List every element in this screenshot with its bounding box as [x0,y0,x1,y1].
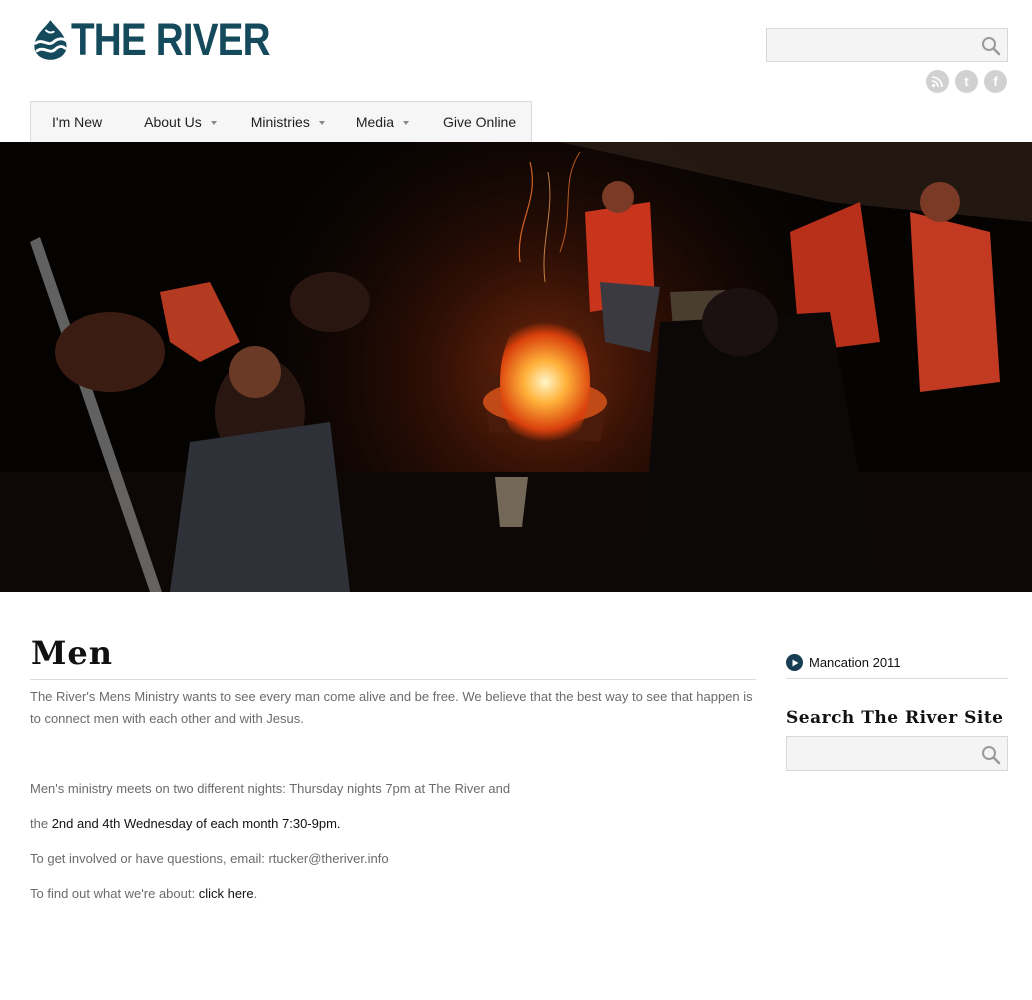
sidebar-divider [786,678,1008,679]
nav-item-label: Ministries [250,114,310,130]
nav-item-about-us[interactable]: About Us [144,102,217,142]
nav-item-label: I'm New [52,114,103,130]
sidebar-item-mancation-2011[interactable]: Mancation 2011 [786,654,901,671]
twitter-glyph: t [964,74,969,89]
main-nav: I'm New About Us Ministries Media Give O… [30,101,532,142]
about-suffix: . [253,886,258,901]
nav-item-give-online[interactable]: Give Online [443,102,516,142]
chevron-down-icon [402,121,409,125]
page-title: Men [31,634,114,672]
sidebar-search-input[interactable] [787,737,1007,770]
play-icon [786,654,803,671]
hero-image [0,142,1032,592]
sidebar-item-label: Mancation 2011 [809,655,901,670]
chevron-down-icon [210,121,217,125]
social-links: t f [926,70,1007,93]
site-name: THE RIVER [70,14,271,65]
header-search-input[interactable] [767,29,1007,61]
contact-paragraph: To get involved or have questions, email… [30,851,389,866]
sidebar-search [786,736,1008,771]
meeting-prefix: the [30,816,52,831]
river-logo-icon [34,20,68,60]
nav-item-label: Give Online [442,114,517,130]
meeting-suffix: . [336,816,341,831]
header-search [766,28,1008,62]
click-here-link[interactable]: click here [199,886,254,901]
nav-item-im-new[interactable]: I'm New [52,102,102,142]
campfire-photo [0,142,1032,592]
nav-item-media[interactable]: Media [356,102,409,142]
sidebar-search-heading: Search The River Site [786,708,1004,728]
facebook-glyph: f [993,74,998,89]
rss-icon[interactable] [926,70,949,93]
meeting-times-line2: the 2nd and 4th Wednesday of each month … [30,813,758,835]
meeting-schedule: 2nd and 4th Wednesday of each month 7:30… [51,816,337,831]
chevron-down-icon [318,121,325,125]
twitter-icon[interactable]: t [955,70,978,93]
search-icon[interactable] [981,36,1001,56]
title-divider [30,679,756,680]
nav-item-label: About Us [144,114,202,130]
search-icon[interactable] [981,745,1001,765]
rss-glyph [931,76,943,88]
about-paragraph: To find out what we're about: click here… [30,883,758,905]
site-logo[interactable]: THE RIVER [32,6,302,74]
meeting-times-line1: Men's ministry meets on two different ni… [30,781,511,796]
intro-paragraph: The River's Mens Ministry wants to see e… [30,689,753,726]
facebook-icon[interactable]: f [984,70,1007,93]
nav-item-label: Media [355,114,394,130]
nav-item-ministries[interactable]: Ministries [251,102,325,142]
about-prefix: To find out what we're about: [30,886,199,901]
